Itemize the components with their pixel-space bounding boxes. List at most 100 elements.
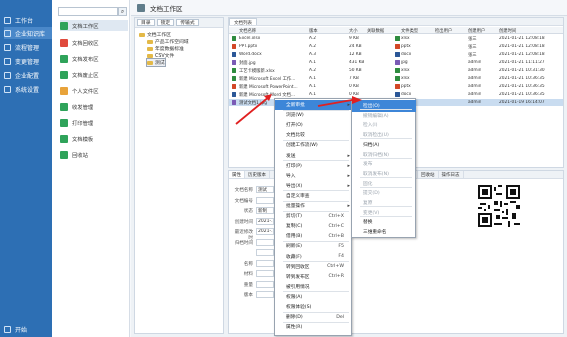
search-icon[interactable]: ⌕: [118, 7, 127, 16]
table-row[interactable]: PPT.pptx A.2 24 KB pptx 张三 2021-01-21 12:08:1…: [229, 43, 563, 50]
field-input[interactable]: [256, 280, 274, 288]
context-menu-item[interactable]: 刷新(E) F5: [275, 241, 352, 251]
tab-document-list[interactable]: 文档列表: [229, 18, 257, 26]
menu-recycle-bin[interactable]: 回收站: [60, 149, 128, 160]
context-menu-label: 自定义审查: [286, 193, 310, 199]
context-menu-item[interactable]: 浏览(W): [275, 110, 352, 120]
menu-print[interactable]: 打印管理: [60, 117, 128, 128]
field-input[interactable]: [256, 249, 274, 256]
table-row[interactable]: 新建 Microsoft PowerPoint... A.1 0 KB pptx adm…: [229, 83, 563, 90]
start-button[interactable]: 开始: [4, 323, 52, 335]
col-checkout-user[interactable]: 检出用户: [435, 28, 452, 34]
tree-root[interactable]: 文档工作区: [139, 31, 171, 38]
context-menu-item[interactable]: 转到回收区 Ctrl+W: [275, 262, 352, 272]
menu-doc-recycle[interactable]: 文档回收区: [60, 37, 128, 48]
nav-workbench[interactable]: 工作台: [4, 14, 52, 26]
book-icon: [4, 29, 11, 37]
context-menu-label: 转到发布区: [286, 274, 310, 280]
tree-toolbar-lock[interactable]: 锁定: [156, 19, 175, 26]
context-menu-item[interactable]: 属性(R): [275, 322, 352, 332]
field-input[interactable]: [256, 270, 274, 277]
field-input[interactable]: 新制: [256, 207, 274, 214]
tree-node[interactable]: 产品工作空间域: [147, 38, 189, 45]
search-input[interactable]: [58, 7, 118, 16]
table-cell: 7 KB: [349, 76, 359, 81]
col-creator[interactable]: 创建用户: [468, 28, 485, 34]
tree-toolbar-catalog[interactable]: 目录: [137, 19, 155, 26]
start-icon: [4, 325, 11, 333]
table-cell: 0 KB: [349, 84, 359, 89]
context-menu-item[interactable]: 剪切(T) Ctrl+X: [275, 211, 352, 221]
context-menu-item[interactable]: 转到发布区 Ctrl+R: [275, 272, 352, 282]
table-cell: 24 KB: [349, 44, 362, 49]
col-related[interactable]: 关联数据: [367, 28, 384, 34]
table-row[interactable]: Excel.xlsx A.2 9 KB xlsx 张三 2021-01-21 12:08:…: [229, 35, 563, 42]
detail-tab[interactable]: 操作日志: [439, 171, 464, 178]
context-menu-item[interactable]: 权限(A): [275, 292, 352, 302]
table-cell: xlsx: [401, 76, 410, 81]
submenu-label: 固化: [363, 181, 373, 187]
context-menu-item[interactable]: 打开(O): [275, 120, 352, 130]
submenu-label: 替换: [363, 220, 373, 226]
menu-send-receive[interactable]: 收发管理: [60, 101, 128, 112]
field-input[interactable]: [256, 238, 274, 246]
config-icon: [4, 71, 11, 79]
field-input[interactable]: [256, 259, 274, 267]
submenu-item[interactable]: 三维重命名: [352, 226, 416, 238]
folder-icon: [147, 60, 153, 65]
nav-knowledge-base[interactable]: 企业知识库: [4, 27, 52, 39]
field-label: 版本: [243, 293, 253, 298]
menu-doc-publish[interactable]: 文档发布区: [60, 53, 128, 64]
col-name[interactable]: 文档名称: [239, 28, 256, 34]
nav-system-settings[interactable]: 系统设置: [4, 83, 52, 95]
shortcut-text: Ctrl+B: [328, 233, 344, 239]
menu-doc-obsolete[interactable]: 文档废止区: [60, 69, 128, 80]
menu-doc-workspace[interactable]: 文档工作区: [60, 20, 128, 31]
shortcut-text: Ctrl+X: [328, 213, 344, 219]
table-cell: pptx: [401, 44, 411, 49]
tree-toolbar-transfer[interactable]: 传输式: [176, 19, 199, 26]
col-created-time[interactable]: 创建时间: [499, 28, 516, 34]
menu-personal[interactable]: 个人文件区: [60, 85, 128, 96]
tree-node-selected[interactable]: 测试: [146, 58, 166, 67]
shortcut-text: Ctrl+W: [327, 264, 344, 270]
col-type[interactable]: 文件类型: [401, 28, 418, 34]
col-size[interactable]: 大小: [349, 28, 358, 34]
field-input[interactable]: 2021-...: [256, 217, 274, 225]
col-version[interactable]: 版本: [309, 28, 318, 34]
field-input[interactable]: 2021-...: [256, 228, 274, 235]
field-label: 文档名称: [234, 188, 253, 193]
table-row[interactable]: Word.docx A.3 12 KB docx 张三 2021-01-21 12:08:…: [229, 51, 563, 58]
detail-tab[interactable]: 回收站: [418, 171, 439, 178]
context-menu-item[interactable]: 打印(P) ▸: [275, 161, 352, 171]
field-input[interactable]: [256, 196, 274, 204]
chevron-right-icon: ▸: [347, 172, 350, 179]
context-menu-item[interactable]: 导入 ▸: [275, 171, 352, 181]
table-row[interactable]: 新建 Microsoft Word 文档... A.1 0 KB docx admin 2…: [229, 91, 563, 98]
tree-node[interactable]: 年度数据标准: [147, 45, 184, 52]
gear-icon: [4, 85, 11, 93]
context-menu-label: 发送: [286, 153, 296, 159]
field-input[interactable]: 测试: [256, 186, 274, 193]
tree-node[interactable]: CSV文件: [147, 52, 174, 59]
nav-process[interactable]: 流程管理: [4, 41, 52, 53]
table-row[interactable]: 新建 Microsoft Excel 工作... A.1 7 KB xlsx admin…: [229, 75, 563, 82]
table-cell: admin: [468, 68, 482, 73]
nav-change[interactable]: 变更管理: [4, 55, 52, 67]
context-menu-item[interactable]: 复制(C) Ctrl+C: [275, 221, 352, 231]
file-type-icon: [395, 68, 400, 73]
field-input[interactable]: [256, 291, 274, 298]
nav-enterprise-config[interactable]: 企业配置: [4, 69, 52, 81]
table-cell: A.2: [309, 68, 316, 73]
table-row[interactable]: 工艺卡模版新.xlsx A.2 50 KB xlsx admin 2021-01-21 1…: [229, 67, 563, 74]
menu-doc-template[interactable]: 文档模板: [60, 133, 128, 144]
submenu-label: 提交(D): [363, 191, 380, 197]
context-menu-item[interactable]: 创建工作流(W): [275, 140, 352, 150]
detail-tab[interactable]: 历史版本: [245, 171, 270, 178]
submenu-label: 归档(A): [363, 142, 380, 148]
detail-tab[interactable]: 属性: [229, 171, 245, 178]
context-menu-label: 打开(O): [286, 123, 303, 129]
table-cell: jpg: [401, 60, 408, 65]
table-cell: admin: [468, 76, 482, 81]
table-row[interactable]: 封面.jpg A.1 431 KB jpg admin 2021-01-21 11:11:…: [229, 59, 563, 66]
